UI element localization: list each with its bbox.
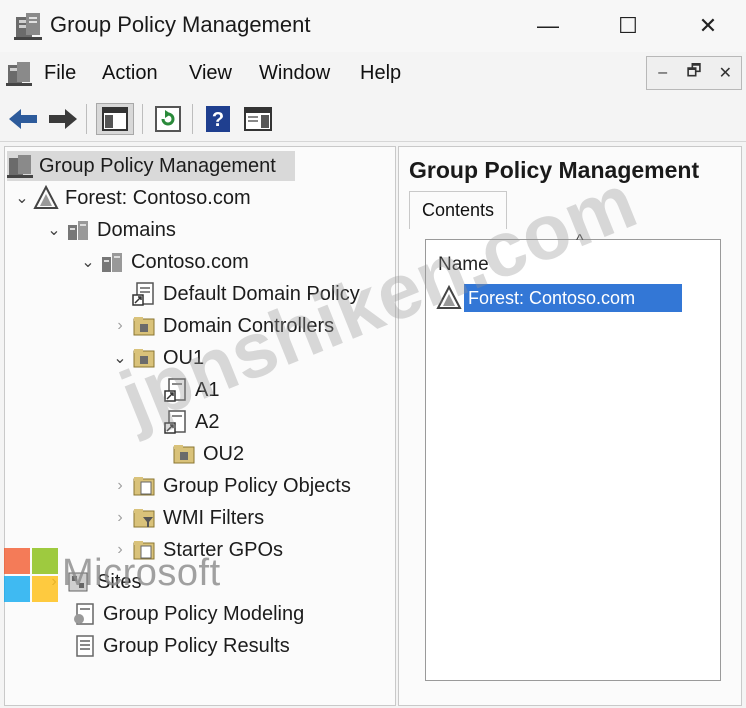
back-button[interactable] — [8, 103, 40, 135]
tree-item-label: OU1 — [163, 346, 205, 369]
menu-help[interactable]: Help — [360, 62, 401, 85]
modeling-icon — [74, 603, 94, 625]
ou-folder-icon — [133, 349, 155, 368]
tree-item-label: Domains — [97, 218, 176, 241]
tree-item-group-policy-objects[interactable]: › Group Policy Objects — [109, 471, 351, 501]
logo-square-red — [4, 548, 30, 574]
ou-folder-icon — [133, 317, 155, 336]
group-policy-app-icon — [7, 155, 33, 178]
help-icon: ? — [206, 106, 230, 132]
microsoft-wordmark: Microsoft — [62, 552, 221, 594]
tree-item-ou2[interactable]: OU2 — [171, 439, 244, 469]
domains-icon — [68, 221, 88, 240]
menu-action[interactable]: Action — [102, 62, 158, 85]
toolbar-separator — [192, 104, 193, 134]
tree-item-label: Forest: Contoso.com — [65, 186, 251, 209]
tree-item-label: OU2 — [203, 442, 245, 465]
show-hide-action-pane-icon — [244, 107, 272, 131]
tree-item-contoso[interactable]: ⌄ Contoso.com — [77, 247, 249, 277]
mdi-window-controls: – 🗗 ✕ — [646, 56, 742, 90]
console-tree-pane[interactable]: Group Policy Management ⌄ Forest: Contos… — [4, 146, 396, 706]
mdi-close-button[interactable]: ✕ — [710, 57, 741, 89]
toolbar: ? — [0, 96, 746, 142]
details-pane: Group Policy Management Contents ^ Name … — [398, 146, 742, 706]
mdi-restore-button[interactable]: 🗗 — [678, 57, 709, 89]
tree-item-label: Group Policy Modeling — [103, 602, 305, 625]
details-title: Group Policy Management — [409, 157, 700, 183]
title-bar: Group Policy Management — ☐ ✕ — [0, 0, 746, 52]
gpo-link-icon — [164, 410, 186, 434]
wmi-filter-icon — [133, 509, 155, 528]
menu-window[interactable]: Window — [259, 62, 330, 85]
menu-file[interactable]: File — [44, 62, 76, 85]
tree-item-label: Domain Controllers — [163, 314, 335, 337]
logo-square-yellow — [32, 576, 58, 602]
forward-arrow-icon — [49, 109, 77, 129]
tab-contents[interactable]: Contents — [409, 191, 507, 229]
tree-item-label: A1 — [195, 378, 220, 401]
chevron-down-icon[interactable]: ⌄ — [43, 215, 65, 245]
tree-item-group-policy-modeling[interactable]: Group Policy Modeling — [71, 599, 304, 629]
tree-item-label: A2 — [195, 410, 220, 433]
tree-item-a1[interactable]: A1 — [163, 375, 219, 405]
close-button[interactable]: ✕ — [682, 6, 734, 46]
svg-text:?: ? — [212, 109, 224, 131]
forward-button[interactable] — [46, 103, 78, 135]
list-item[interactable]: Forest: Contoso.com — [436, 284, 688, 312]
tree-item-domain-controllers[interactable]: › Domain Controllers — [109, 311, 334, 341]
back-arrow-icon — [9, 109, 37, 129]
tree-item-domains[interactable]: ⌄ Domains — [43, 215, 176, 245]
chevron-down-icon[interactable]: ⌄ — [11, 183, 33, 213]
column-header-name[interactable]: Name — [438, 254, 489, 276]
show-hide-console-tree-button[interactable] — [96, 103, 134, 135]
group-policy-app-icon — [14, 13, 42, 40]
microsoft-logo — [4, 548, 58, 602]
refresh-button[interactable] — [152, 103, 184, 135]
tree-item-group-policy-management[interactable]: Group Policy Management — [7, 151, 295, 181]
toolbar-separator — [86, 104, 87, 134]
toolbar-separator — [142, 104, 143, 134]
chevron-down-icon[interactable]: ⌄ — [109, 343, 131, 373]
show-hide-console-tree-icon — [102, 107, 128, 131]
chevron-down-icon[interactable]: ⌄ — [77, 247, 99, 277]
chevron-right-icon[interactable]: › — [109, 503, 131, 533]
tree-item-ou1[interactable]: ⌄ OU1 — [109, 343, 204, 373]
tree-item-default-domain-policy[interactable]: Default Domain Policy — [131, 279, 360, 309]
tree-item-group-policy-results[interactable]: Group Policy Results — [71, 631, 290, 661]
tree-item-label: Contoso.com — [131, 250, 249, 273]
menu-view[interactable]: View — [189, 62, 232, 85]
tree-item-label: Group Policy Objects — [163, 474, 351, 497]
tree-item-label: Default Domain Policy — [163, 282, 360, 305]
chevron-right-icon[interactable]: › — [109, 471, 131, 501]
contents-list[interactable]: ^ Name Forest: Contoso.com — [425, 232, 721, 681]
show-hide-action-pane-button[interactable] — [242, 103, 274, 135]
logo-square-green — [32, 548, 58, 574]
sort-ascending-icon: ^ — [576, 232, 584, 249]
logo-square-blue — [4, 576, 30, 602]
tree-item-label: WMI Filters — [163, 506, 265, 529]
results-icon — [76, 635, 94, 657]
refresh-icon — [155, 106, 181, 132]
console-window-icon[interactable] — [6, 60, 32, 88]
minimize-button[interactable]: — — [522, 6, 574, 46]
list-item-label: Forest: Contoso.com — [464, 284, 682, 312]
window-title: Group Policy Management — [50, 12, 311, 37]
forest-icon — [33, 185, 59, 209]
chevron-right-icon[interactable]: › — [109, 311, 131, 341]
tree-item-wmi-filters[interactable]: › WMI Filters — [109, 503, 264, 533]
tree-item-label: Group Policy Results — [103, 634, 290, 657]
forest-icon — [436, 285, 462, 309]
help-button[interactable]: ? — [202, 103, 234, 135]
mdi-minimize-button[interactable]: – — [647, 57, 678, 89]
domain-icon — [102, 253, 122, 272]
tree-item-forest[interactable]: ⌄ Forest: Contoso.com — [11, 183, 251, 213]
tree-item-a2[interactable]: A2 — [163, 407, 219, 437]
tree-item-label: Group Policy Management — [39, 154, 276, 177]
gpo-link-icon — [164, 378, 186, 402]
gpo-link-icon — [132, 282, 154, 306]
menu-bar: File Action View Window Help — [0, 52, 746, 96]
ou-folder-icon — [173, 445, 195, 464]
gpo-container-icon — [133, 477, 155, 496]
maximize-button[interactable]: ☐ — [602, 6, 654, 46]
